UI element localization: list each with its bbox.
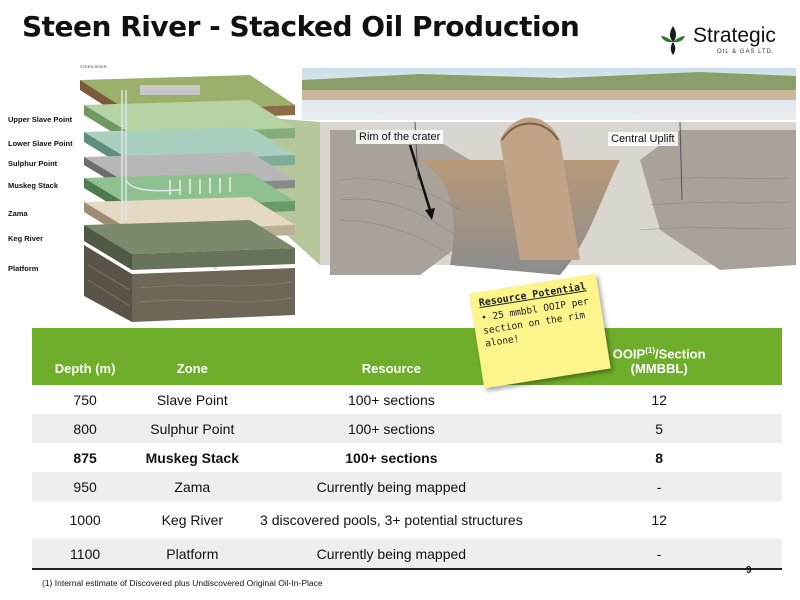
geology-illustration xyxy=(80,68,796,322)
cell-resource: 100+ sections xyxy=(347,391,435,408)
layer-label-platform: Platform xyxy=(8,264,39,273)
cell-zone: Zama xyxy=(138,472,247,501)
table-row: 750 Slave Point 100+ sections 12 xyxy=(32,385,782,414)
table-header-row: Depth (m) Zone Resource OOIP(1)/Section(… xyxy=(32,328,782,385)
cell-ooip: 5 xyxy=(536,414,782,443)
cell-depth: 950 xyxy=(32,472,139,501)
header-depth: Depth (m) xyxy=(32,328,139,385)
layer-label-keg-river: Keg River xyxy=(8,234,44,243)
cell-resource: 3 discovered pools, 3+ potential structu… xyxy=(260,512,523,528)
logo-subtitle: OIL & GAS LTD. xyxy=(717,49,775,55)
cell-depth: 800 xyxy=(32,414,139,443)
cell-ooip: - xyxy=(536,472,782,501)
cell-resource: Currently being mapped xyxy=(246,539,537,570)
page-number: 9 xyxy=(746,565,752,576)
header-ooip-label: OOIP xyxy=(612,346,646,361)
layer-label-muskeg-stack: Muskeg Stack xyxy=(8,181,59,190)
cell-resource: 100+ sections xyxy=(246,414,537,443)
cell-resource: Currently being mapped xyxy=(246,472,537,501)
cell-ooip: 12 xyxy=(651,512,667,528)
cell-depth: 750 xyxy=(73,391,97,408)
table-row: 1000 Keg River 3 discovered pools, 3+ po… xyxy=(32,501,782,539)
diagram-top-label: STEEN RIVER xyxy=(80,64,107,69)
header-ooip-suffix: /Section xyxy=(655,346,706,361)
callout-rim-of-crater: Rim of the crater xyxy=(356,130,444,144)
cell-zone: Slave Point xyxy=(156,391,228,408)
logo-leaf-icon xyxy=(661,26,685,55)
logo-name: Strategic xyxy=(693,24,776,47)
cell-zone: Platform xyxy=(138,539,247,570)
table-row: 800 Sulphur Point 100+ sections 5 xyxy=(32,414,782,443)
cell-depth: 1000 xyxy=(69,512,101,528)
cell-zone: Keg River xyxy=(161,512,224,528)
layer-label-lower-slave-point: Lower Slave Point xyxy=(8,139,73,148)
cell-ooip: 12 xyxy=(651,391,667,408)
production-table: Depth (m) Zone Resource OOIP(1)/Section(… xyxy=(32,328,782,570)
cell-zone: Sulphur Point xyxy=(138,414,247,443)
header-ooip-unit: (MMBBL) xyxy=(630,361,688,376)
cell-depth: 1100 xyxy=(32,539,139,570)
cell-zone: Muskeg Stack xyxy=(145,449,239,466)
slide-title: Steen River - Stacked Oil Production xyxy=(22,10,580,43)
table-row: 950 Zama Currently being mapped - xyxy=(32,472,782,501)
cell-ooip: 8 xyxy=(655,449,664,466)
cell-resource: 100+ sections xyxy=(345,449,438,466)
resource-potential-sticky-note: Resource Potential • 25 mmbbl OOIP per s… xyxy=(469,273,611,389)
layer-label-upper-slave-point: Upper Slave Point xyxy=(8,115,73,124)
layer-label-zama: Zama xyxy=(8,209,28,218)
header-zone: Zone xyxy=(138,328,247,385)
layer-label-sulphur-point: Sulphur Point xyxy=(8,159,58,168)
cell-depth: 875 xyxy=(73,449,97,466)
footnote: (1) Internal estimate of Discovered plus… xyxy=(42,578,323,588)
company-logo: Strategic OIL & GAS LTD. xyxy=(655,22,790,62)
header-ooip-footnote-ref: (1) xyxy=(645,345,655,355)
callout-central-uplift: Central Uplift xyxy=(608,132,678,146)
table-row: 1100 Platform Currently being mapped - xyxy=(32,539,782,570)
table-row: 875 Muskeg Stack 100+ sections 8 xyxy=(32,443,782,472)
geology-diagram: STEEN RIVER Upper Slave Point Lower Slav… xyxy=(0,60,800,330)
